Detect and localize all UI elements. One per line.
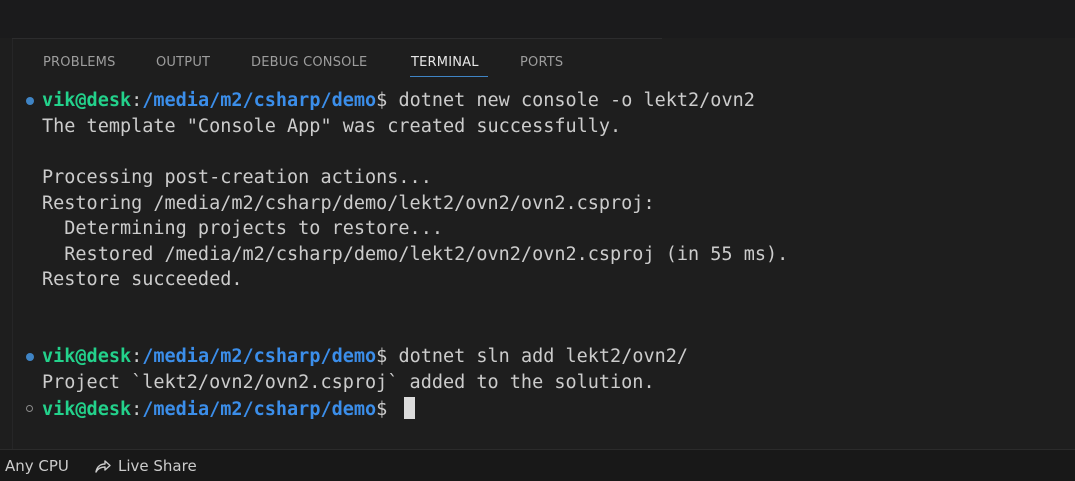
output-line: Processing post-creation actions... xyxy=(42,167,432,188)
title-area xyxy=(0,0,1075,38)
prompt-path: /media/m2/csharp/demo xyxy=(142,346,377,367)
command-success-decoration-icon[interactable] xyxy=(26,353,34,361)
platform-selector[interactable]: Any CPU xyxy=(5,456,69,476)
prompt-separator: : xyxy=(131,346,143,367)
output-line: Determining projects to restore... xyxy=(42,218,443,239)
prompt-symbol: $ xyxy=(376,346,399,367)
live-share-button[interactable]: Live Share xyxy=(118,456,197,476)
status-bar: Any CPU Live Share xyxy=(0,449,1075,481)
command-pending-decoration-icon[interactable] xyxy=(26,405,33,412)
prompt-line: vik@desk:/media/m2/csharp/demo$ dotnet n… xyxy=(42,89,755,113)
prompt-line[interactable]: vik@desk:/media/m2/csharp/demo$ xyxy=(42,397,416,421)
output-line: Project `lekt2/ovn2/ovn2.csproj` added t… xyxy=(42,372,655,393)
command-text: dotnet sln add lekt2/ovn2/ xyxy=(398,346,689,367)
output-line: Restored /media/m2/csharp/demo/lekt2/ovn… xyxy=(42,244,789,265)
live-share-icon xyxy=(95,460,111,473)
prompt-user: vik@desk xyxy=(42,346,132,367)
prompt-line: vik@desk:/media/m2/csharp/demo$ dotnet s… xyxy=(42,345,688,369)
prompt-separator: : xyxy=(131,399,143,420)
output-line: Restoring /media/m2/csharp/demo/lekt2/ov… xyxy=(42,193,655,214)
terminal-cursor xyxy=(404,397,416,419)
tab-debug-console[interactable]: DEBUG CONSOLE xyxy=(251,55,367,70)
output-line: Restore succeeded. xyxy=(42,269,243,290)
prompt-separator: : xyxy=(131,90,143,111)
command-text: dotnet new console -o lekt2/ovn2 xyxy=(398,90,755,111)
command-success-decoration-icon[interactable] xyxy=(26,97,34,105)
tab-terminal[interactable]: TERMINAL xyxy=(411,55,479,70)
prompt-path: /media/m2/csharp/demo xyxy=(142,90,377,111)
prompt-user: vik@desk xyxy=(42,90,132,111)
prompt-user: vik@desk xyxy=(42,399,132,420)
prompt-symbol: $ xyxy=(376,399,399,420)
prompt-path: /media/m2/csharp/demo xyxy=(142,399,377,420)
active-tab-indicator xyxy=(410,76,488,77)
tab-ports[interactable]: PORTS xyxy=(520,55,563,70)
tab-output[interactable]: OUTPUT xyxy=(156,55,210,70)
panel-tabs: PROBLEMS OUTPUT DEBUG CONSOLE TERMINAL P… xyxy=(0,39,1075,81)
output-line: The template "Console App" was created s… xyxy=(42,116,622,137)
panel-left-border xyxy=(12,39,13,449)
tab-problems[interactable]: PROBLEMS xyxy=(43,55,116,70)
prompt-symbol: $ xyxy=(376,90,399,111)
